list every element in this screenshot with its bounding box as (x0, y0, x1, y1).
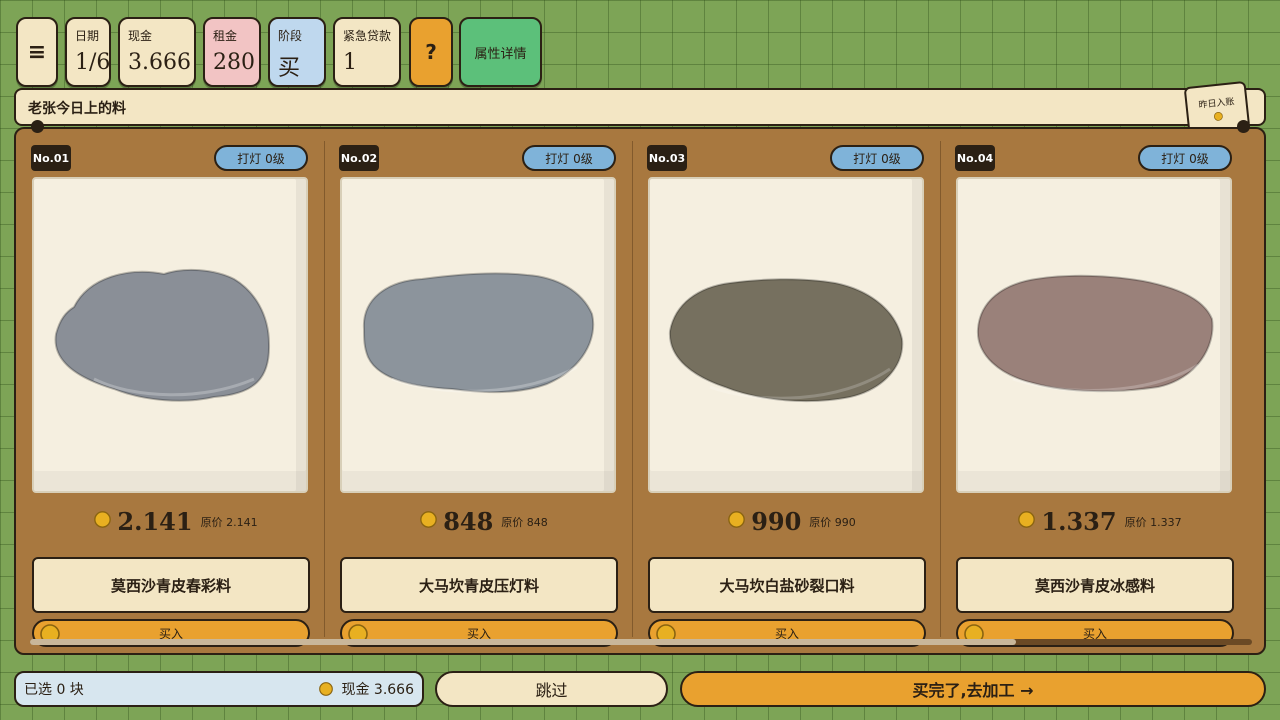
menu-button[interactable]: ≡ (16, 17, 58, 87)
attributes-button[interactable]: 属性详情 (459, 17, 542, 87)
original-price: 原价 1.337 (1124, 515, 1182, 529)
stone-card: No.01 打灯 0级 2.141 原价 2.141 莫西沙青皮春彩料 买入 (16, 141, 310, 647)
cash-panel: 现金 3.666 (118, 17, 196, 87)
price-row: 1.337 原价 1.337 (940, 507, 1260, 536)
rent-panel: 租金 280 (203, 17, 261, 87)
light-level-button[interactable]: 打灯 0级 (214, 145, 308, 171)
stone-image (668, 278, 904, 403)
pin-icon (31, 120, 44, 133)
skip-button[interactable]: 跳过 (435, 671, 668, 707)
pin-icon (1237, 120, 1250, 133)
loan-value: 1 (343, 50, 357, 75)
stone-image (54, 268, 271, 402)
coin-icon (319, 682, 334, 696)
current-price: 1.337 (1041, 507, 1117, 536)
vendor-banner: 老张今日上的料 (14, 88, 1266, 126)
stone-photo[interactable] (340, 177, 616, 493)
stone-name: 莫西沙青皮冰感料 (956, 557, 1234, 613)
stone-name: 大马坎白盐砂裂口料 (648, 557, 926, 613)
original-price: 原价 848 (501, 515, 548, 529)
help-button[interactable]: ? (409, 17, 453, 87)
date-panel: 日期 1/6 (65, 17, 111, 87)
coin-icon (1213, 112, 1223, 121)
selected-count: 已选 0 块 (24, 682, 84, 698)
loan-panel[interactable]: 紧急贷款 1 (333, 17, 401, 87)
stone-photo[interactable] (32, 177, 308, 493)
loan-label: 紧急贷款 (343, 29, 392, 43)
price-row: 2.141 原价 2.141 (16, 507, 336, 536)
cash-value: 3.666 (128, 50, 191, 75)
current-price: 848 (443, 507, 494, 536)
stone-name: 大马坎青皮压灯料 (340, 557, 618, 613)
stage-label: 阶段 (278, 29, 303, 43)
light-level-button[interactable]: 打灯 0级 (830, 145, 924, 171)
date-label: 日期 (75, 29, 100, 43)
original-price: 原价 990 (809, 515, 856, 529)
menu-icon: ≡ (27, 39, 47, 65)
ledger-label: 昨日入账 (1198, 97, 1236, 111)
stone-image (362, 272, 595, 394)
scrollbar-thumb[interactable] (30, 639, 1016, 645)
horizontal-scrollbar[interactable] (30, 639, 1252, 645)
help-icon: ? (425, 40, 437, 64)
light-level-button[interactable]: 打灯 0级 (1138, 145, 1232, 171)
original-price: 原价 2.141 (200, 515, 258, 529)
price-row: 990 原价 990 (632, 507, 952, 536)
card-number: No.04 (955, 145, 995, 171)
bottom-cash: 现金 3.666 (319, 679, 414, 699)
rent-label: 租金 (213, 29, 238, 43)
coin-icon (1018, 511, 1036, 528)
bottom-cash-value: 现金 3.666 (341, 682, 414, 698)
stone-photo[interactable] (956, 177, 1232, 493)
card-number: No.01 (31, 145, 71, 171)
current-price: 2.141 (117, 507, 193, 536)
card-number: No.03 (647, 145, 687, 171)
banner-title: 老张今日上的料 (28, 101, 126, 117)
stone-card: No.03 打灯 0级 990 原价 990 大马坎白盐砂裂口料 买入 (632, 141, 926, 647)
coin-icon (728, 511, 746, 528)
date-value: 1/6 (75, 50, 111, 75)
stage-panel: 阶段 买石 (268, 17, 326, 113)
stone-image (976, 274, 1214, 393)
cash-label: 现金 (128, 29, 153, 43)
stone-card: No.02 打灯 0级 848 原价 848 大马坎青皮压灯料 买入 (324, 141, 618, 647)
price-row: 848 原价 848 (324, 507, 644, 536)
card-number: No.02 (339, 145, 379, 171)
proceed-to-processing-button[interactable]: 买完了,去加工 → (680, 671, 1266, 707)
selection-summary: 已选 0 块 现金 3.666 (14, 671, 424, 707)
stone-name: 莫西沙青皮春彩料 (32, 557, 310, 613)
stone-photo[interactable] (648, 177, 924, 493)
current-price: 990 (751, 507, 802, 536)
stone-card: No.04 打灯 0级 1.337 原价 1.337 莫西沙青皮冰感料 买入 (940, 141, 1234, 647)
coin-icon (420, 511, 438, 528)
coin-icon (94, 511, 112, 528)
light-level-button[interactable]: 打灯 0级 (522, 145, 616, 171)
rent-value: 280 (213, 50, 255, 75)
stone-board: No.01 打灯 0级 2.141 原价 2.141 莫西沙青皮春彩料 买入 No… (14, 127, 1266, 655)
